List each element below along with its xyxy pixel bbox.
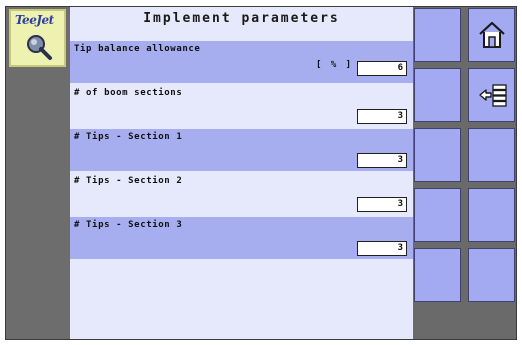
page-title: Implement parameters [143,11,340,26]
param-row-tips-section-2[interactable]: # Tips - Section 2 3 [70,173,413,215]
param-row-tips-section-1[interactable]: # Tips - Section 1 3 [70,129,413,171]
tips-section-2-value-field[interactable]: 3 [357,197,407,212]
side-button-1[interactable] [414,8,461,62]
side-button-8[interactable] [468,188,515,242]
magnifier-icon [27,35,52,60]
side-button-7[interactable] [414,188,461,242]
param-row-tips-section-3[interactable]: # Tips - Section 3 3 [70,217,413,259]
param-label: # Tips - Section 3 [74,220,183,230]
param-row-boom-sections[interactable]: # of boom sections 3 [70,85,413,127]
exit-list-button[interactable] [468,68,515,122]
param-label: # of boom sections [74,88,183,98]
side-button-6[interactable] [468,128,515,182]
side-button-9[interactable] [414,248,461,302]
side-button-3[interactable] [414,68,461,122]
exit-list-icon [479,84,507,107]
param-row-tip-balance[interactable]: Tip balance allowance [ % ] 6 [70,41,413,83]
teejet-logo-button[interactable]: TeeJet [9,9,66,67]
display-screen: TeeJet Implement parameters Tip balance … [5,6,517,340]
home-icon [479,21,505,48]
parameter-panel: Implement parameters Tip balance allowan… [70,7,413,339]
param-label: Tip balance allowance [74,44,201,54]
side-button-grid [413,7,516,339]
brand-logo-text: TeeJet [15,13,54,27]
tips-section-1-value-field[interactable]: 3 [357,153,407,168]
param-label: # Tips - Section 2 [74,176,183,186]
home-button[interactable] [468,8,515,62]
param-unit: [ % ] [316,60,354,70]
left-column: TeeJet [6,7,70,339]
side-button-5[interactable] [414,128,461,182]
tips-section-3-value-field[interactable]: 3 [357,241,407,256]
boom-sections-value-field[interactable]: 3 [357,109,407,124]
param-label: # Tips - Section 1 [74,132,183,142]
tip-balance-value-field[interactable]: 6 [357,61,407,76]
side-button-10[interactable] [468,248,515,302]
